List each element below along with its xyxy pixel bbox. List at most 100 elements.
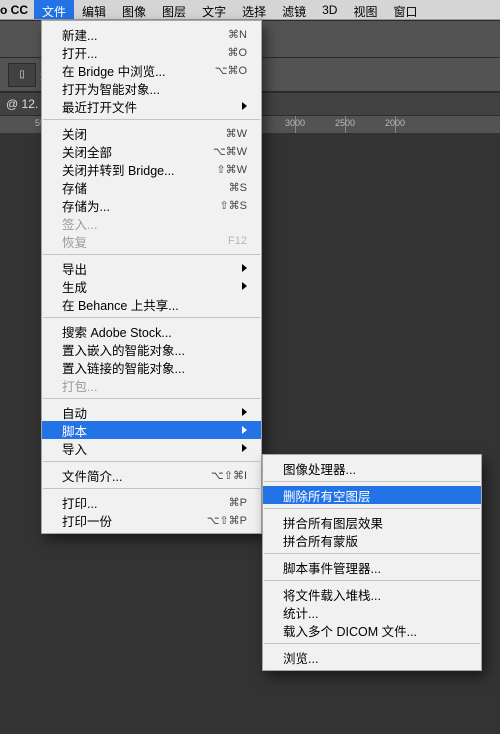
file-menu-item[interactable]: 关闭⌘W [42,124,261,142]
script-menu-item-label: 统计... [283,603,318,622]
file-menu-item-label: 文件简介... [62,466,122,485]
file-menu-separator [43,317,260,318]
file-menu-item-shortcut: ⌥⇧⌘P [207,514,247,527]
file-menu-item[interactable]: 置入嵌入的智能对象... [42,340,261,358]
file-menu-item-shortcut: ⌘S [229,181,247,194]
file-menu-item[interactable]: 置入链接的智能对象... [42,358,261,376]
file-menu-item-shortcut: ⌥⌘O [215,64,247,77]
script-menu-item[interactable]: 脚本事件管理器... [263,558,481,576]
file-menu-item-label: 关闭全部 [62,142,112,161]
script-menu-item-label: 脚本事件管理器... [283,558,381,577]
file-menu-item[interactable]: 新建...⌘N [42,25,261,43]
file-menu-item-label: 打印一份 [62,511,112,530]
menu-top-3D[interactable]: 3D [314,0,345,19]
file-menu-item-label: 在 Behance 上共享... [62,295,179,314]
script-menu-item[interactable]: 载入多个 DICOM 文件... [263,621,481,639]
file-menu-item[interactable]: 存储为...⇧⌘S [42,196,261,214]
file-menu-item[interactable]: 存储 ⌘S [42,178,261,196]
file-menu-item-shortcut: ⇧⌘W [216,163,247,176]
script-menu-item-label: 将文件载入堆栈... [283,585,381,604]
file-menu-item[interactable]: 在 Bridge 中浏览...⌥⌘O [42,61,261,79]
menu-top-滤镜[interactable]: 滤镜 [274,0,314,19]
script-menu-item-label: 删除所有空图层 [283,486,371,505]
script-menu-item-label: 浏览... [283,648,318,667]
file-menu-item-shortcut: ⇧⌘S [219,199,247,212]
file-menu-item[interactable]: 打开... ⌘O [42,43,261,61]
file-menu-item-label: 签入... [62,214,97,233]
file-menu-item-label: 最近打开文件 [62,97,137,116]
menu-top-图像[interactable]: 图像 [114,0,154,19]
chevron-right-icon [242,444,247,452]
script-menu-item[interactable]: 浏览... [263,648,481,666]
tool-preset-button[interactable]: ▯ [8,63,36,87]
menu-top-窗口[interactable]: 窗口 [385,0,425,19]
file-menu-item-shortcut: ⌥⌘W [213,145,247,158]
file-menu-item-label: 恢复 [62,232,87,251]
file-dropdown: 新建...⌘N打开... ⌘O 在 Bridge 中浏览...⌥⌘O打开为智能对象.… [41,20,262,534]
file-menu-separator [43,488,260,489]
file-menu-item[interactable]: 关闭并转到 Bridge... ⇧⌘W [42,160,261,178]
file-menu-item-label: 搜索 Adobe Stock... [62,322,172,341]
file-menu-item[interactable]: 导出 [42,259,261,277]
file-menu-separator [43,398,260,399]
script-menu-item[interactable]: 拼合所有图层效果 [263,513,481,531]
menu-top-视图[interactable]: 视图 [345,0,385,19]
script-menu-item-label: 拼合所有图层效果 [283,513,383,532]
file-menu-item-shortcut: ⌘P [229,496,247,509]
pointer-icon: ▯ [19,69,25,80]
script-submenu: 图像处理器... 删除所有空图层拼合所有图层效果拼合所有蒙版脚本事件管理器... 将… [262,454,482,671]
script-menu-item-label: 图像处理器... [283,459,356,478]
file-menu-item-label: 生成 [62,277,87,296]
file-menu-item[interactable]: 导入 [42,439,261,457]
script-menu-item[interactable]: 图像处理器... [263,459,481,477]
file-menu-item[interactable]: 脚本 [42,421,261,439]
file-menu-item-label: 关闭并转到 Bridge... [62,160,175,179]
file-menu-item: 恢复F12 [42,232,261,250]
file-menu-item-label: 打开... [62,43,97,62]
document-tab-title[interactable]: @ 12. [6,97,38,111]
script-menu-item[interactable]: 删除所有空图层 [263,486,481,504]
chevron-right-icon [242,264,247,272]
file-menu-item-label: 打开为智能对象... [62,79,160,98]
file-menu-item: 签入... [42,214,261,232]
chevron-right-icon [242,282,247,290]
script-menu-item-label: 载入多个 DICOM 文件... [283,621,417,640]
file-menu-item-shortcut: ⌘O [227,46,247,59]
file-menu-item-label: 导入 [62,439,87,458]
file-menu-item[interactable]: 打印一份 ⌥⇧⌘P [42,511,261,529]
file-menu-item[interactable]: 关闭全部 ⌥⌘W [42,142,261,160]
file-menu-item-label: 脚本 [62,421,87,440]
ruler-tick-label: 3000 [285,118,305,128]
script-menu-item[interactable]: 拼合所有蒙版 [263,531,481,549]
chevron-right-icon [242,102,247,110]
menu-top-文件[interactable]: 文件 [34,0,74,19]
script-menu-item[interactable]: 将文件载入堆栈... [263,585,481,603]
app-title: o CC [0,0,34,19]
file-menu-separator [43,254,260,255]
file-menu-item[interactable]: 在 Behance 上共享... [42,295,261,313]
file-menu-item: 打包... [42,376,261,394]
file-menu-item[interactable]: 文件简介...⌥⇧⌘I [42,466,261,484]
file-menu-separator [43,461,260,462]
file-menu-item-label: 置入嵌入的智能对象... [62,340,185,359]
ruler-tick-label: 2000 [385,118,405,128]
file-menu-item-label: 打包... [62,376,97,395]
file-menu-item[interactable]: 打开为智能对象... [42,79,261,97]
chevron-right-icon [242,426,247,434]
menu-top-选择[interactable]: 选择 [234,0,274,19]
menu-top-编辑[interactable]: 编辑 [74,0,114,19]
file-menu-item[interactable]: 自动 [42,403,261,421]
menu-top-图层[interactable]: 图层 [154,0,194,19]
file-menu-item-label: 置入链接的智能对象... [62,358,185,377]
script-menu-item[interactable]: 统计... [263,603,481,621]
file-menu-item-label: 新建... [62,25,97,44]
file-menu-item[interactable]: 最近打开文件 [42,97,261,115]
file-menu-item-label: 关闭 [62,124,87,143]
file-menu-item[interactable]: 生成 [42,277,261,295]
file-menu-item[interactable]: 搜索 Adobe Stock... [42,322,261,340]
file-menu-item-label: 存储 [62,178,87,197]
menu-top-文字[interactable]: 文字 [194,0,234,19]
chevron-right-icon [242,408,247,416]
file-menu-item[interactable]: 打印... ⌘P [42,493,261,511]
file-menu-item-label: 打印... [62,493,97,512]
